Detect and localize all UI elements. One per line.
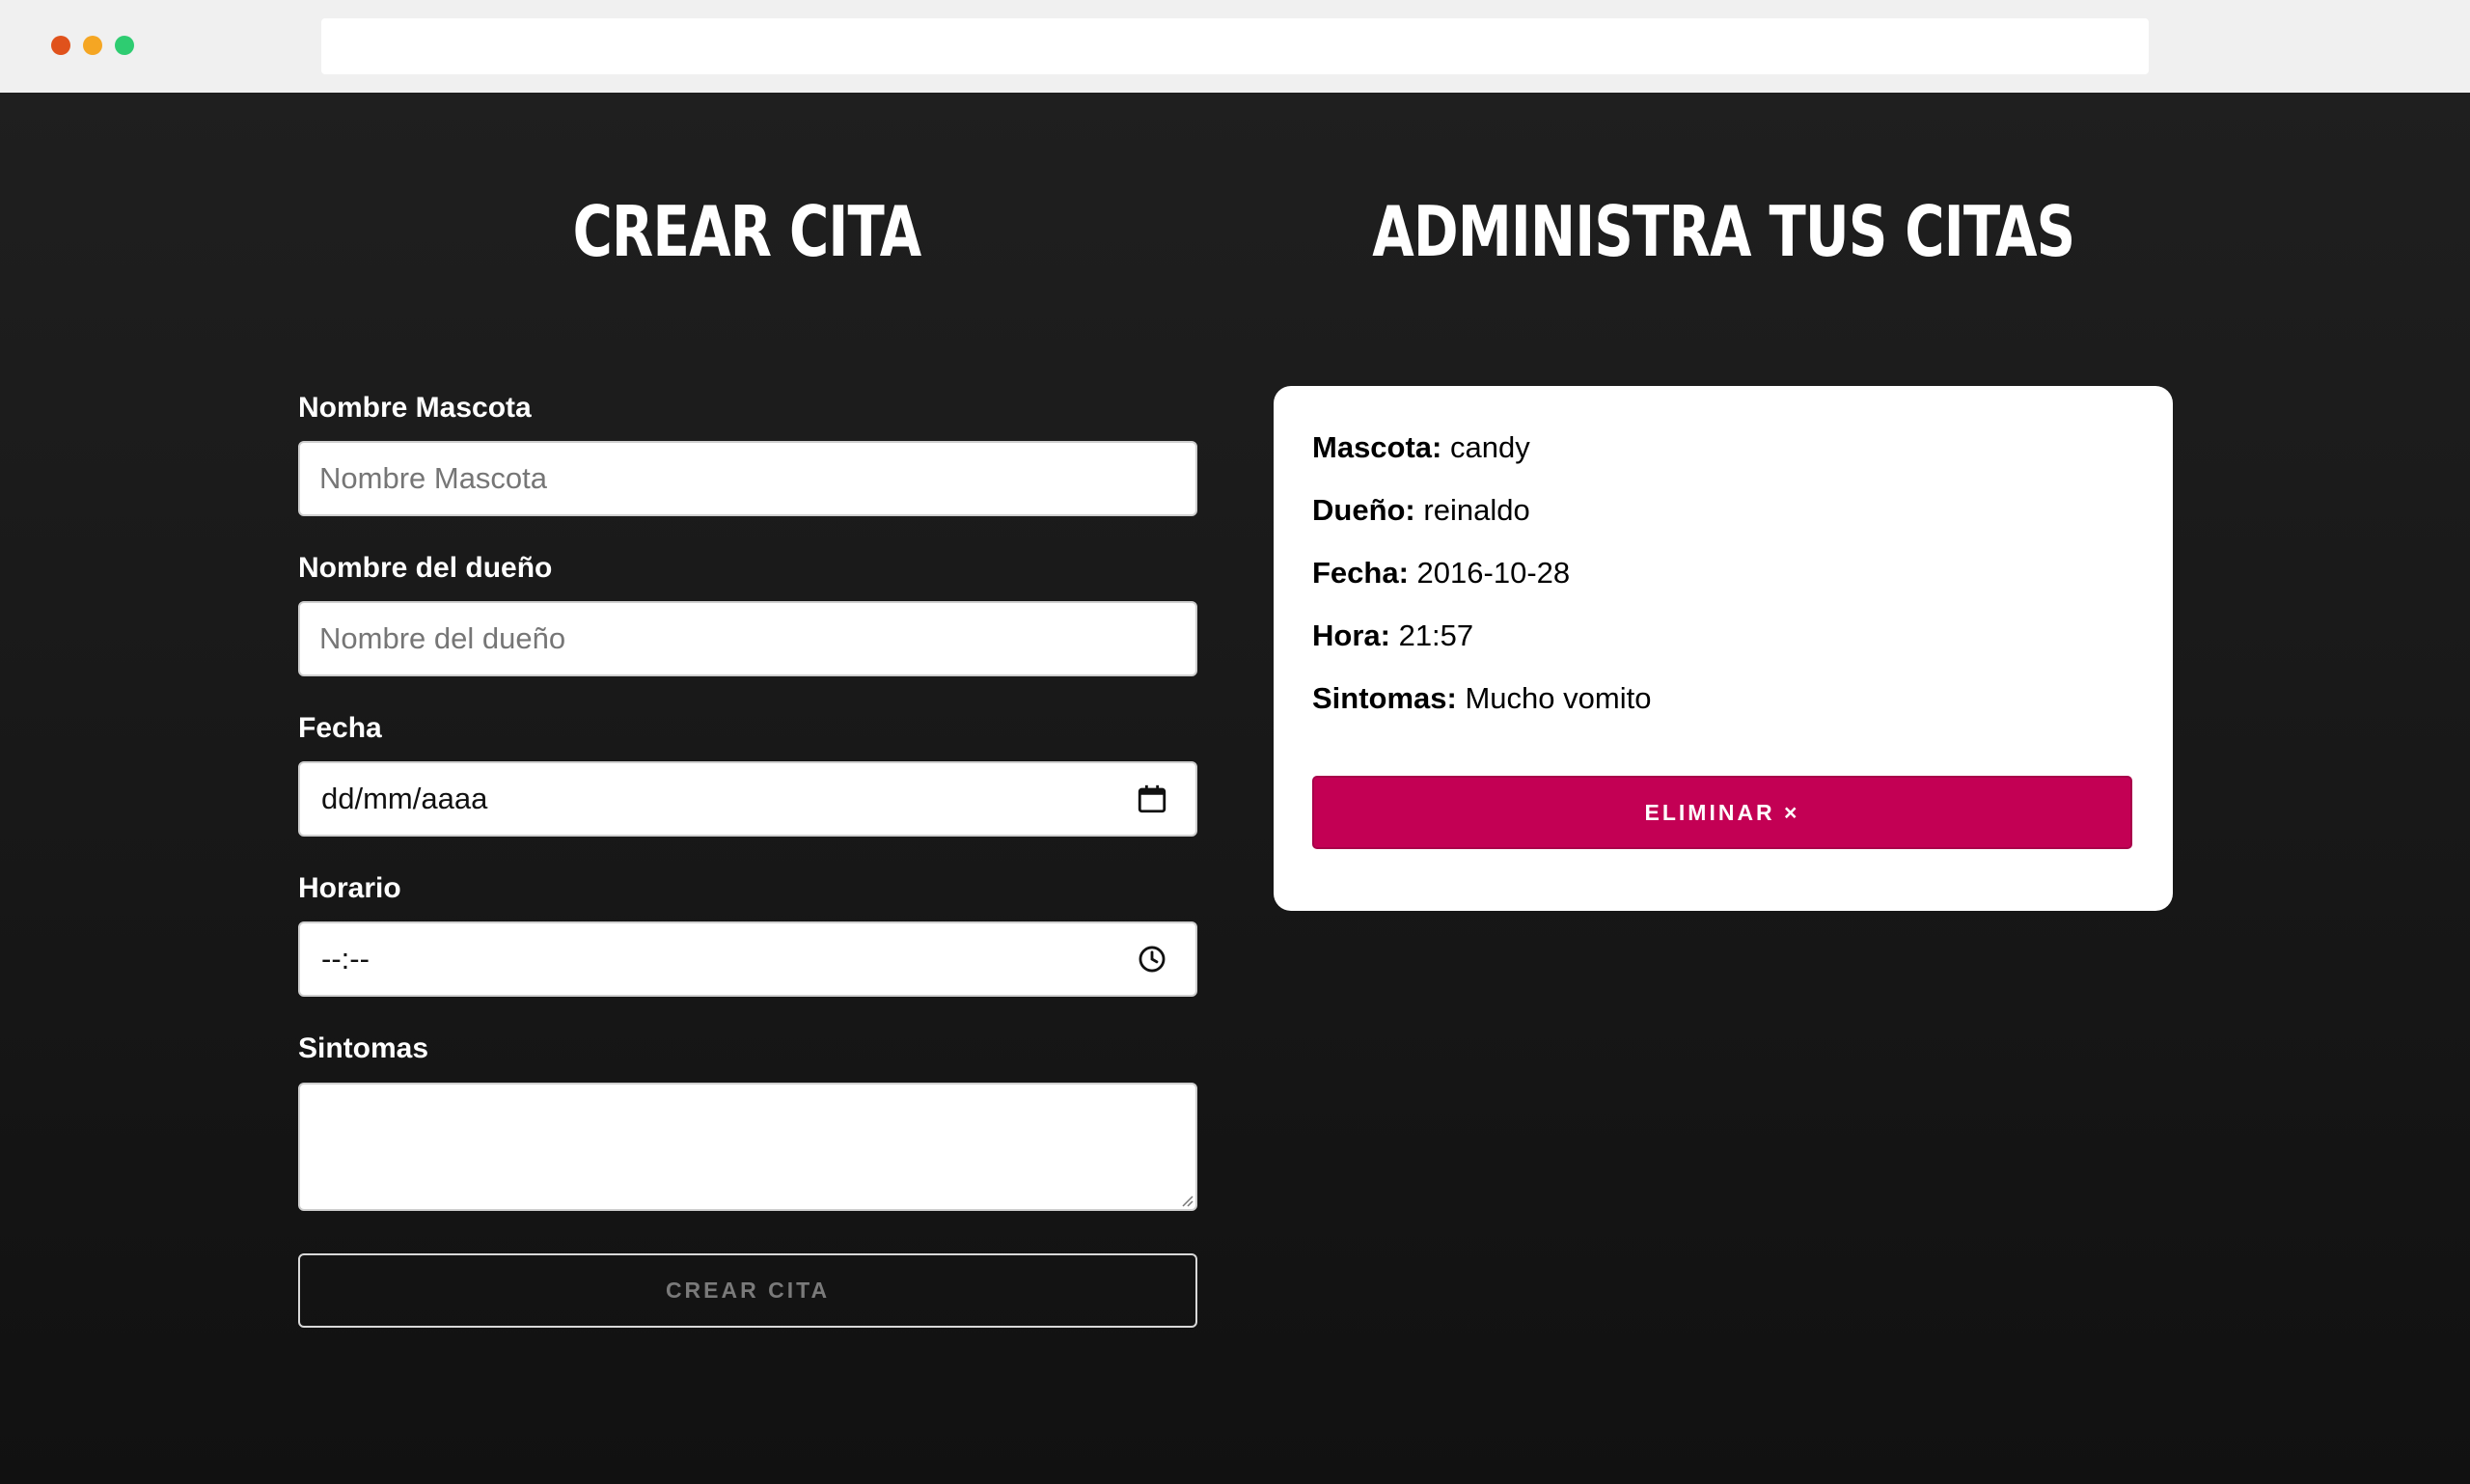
fecha-key: Fecha: — [1312, 556, 1409, 590]
fecha-placeholder: dd/mm/aaaa — [321, 782, 488, 815]
dueno-value: reinaldo — [1423, 493, 1530, 527]
mascota-field-box — [298, 441, 1197, 516]
calendar-icon[interactable] — [1136, 783, 1168, 815]
eliminar-button[interactable]: Eliminar × — [1312, 776, 2132, 849]
fecha-label: Fecha — [298, 712, 382, 744]
appointment-mascota: Mascota: candy — [1312, 428, 1530, 467]
browser-chrome — [0, 0, 2470, 93]
window-close-button[interactable] — [51, 36, 70, 55]
sintomas-value: Mucho vomito — [1465, 681, 1652, 715]
dueno-input[interactable] — [300, 603, 1195, 674]
dueno-key: Dueño: — [1312, 493, 1415, 527]
mascota-value: candy — [1450, 430, 1530, 464]
sintomas-label: Sintomas — [298, 1032, 429, 1064]
crear-cita-button[interactable]: Crear Cita — [298, 1253, 1197, 1328]
window-minimize-button[interactable] — [83, 36, 102, 55]
mascota-input[interactable] — [300, 443, 1195, 514]
sintomas-key: Sintomas: — [1312, 681, 1457, 715]
resize-handle-icon[interactable] — [1178, 1192, 1194, 1207]
appointment-hora: Hora: 21:57 — [1312, 617, 1473, 655]
horario-placeholder: --:-- — [321, 942, 370, 976]
form-title: Crear Cita — [572, 191, 922, 272]
appointment-card: Mascota: candy Dueño: reinaldo Fecha: 20… — [1274, 386, 2173, 911]
dueno-label: Nombre del dueño — [298, 552, 553, 584]
sintomas-textarea[interactable] — [300, 1085, 1195, 1209]
window-maximize-button[interactable] — [115, 36, 134, 55]
fecha-value: 2016-10-28 — [1416, 556, 1571, 590]
clock-icon[interactable] — [1136, 943, 1168, 976]
hora-key: Hora: — [1312, 618, 1390, 652]
sintomas-field-box — [298, 1083, 1197, 1211]
horario-label: Horario — [298, 872, 401, 904]
appointments-title: Administra tus citas — [1372, 191, 2075, 272]
appointment-dueno: Dueño: reinaldo — [1312, 491, 1530, 530]
fecha-input[interactable]: dd/mm/aaaa — [298, 761, 1197, 837]
appointment-fecha: Fecha: 2016-10-28 — [1312, 554, 1570, 592]
appointment-sintomas: Sintomas: Mucho vomito — [1312, 679, 1651, 718]
address-bar[interactable] — [321, 18, 2149, 74]
mascota-label: Nombre Mascota — [298, 392, 532, 424]
dueno-field-box — [298, 601, 1197, 676]
mascota-key: Mascota: — [1312, 430, 1442, 464]
hora-value: 21:57 — [1398, 618, 1474, 652]
horario-input[interactable]: --:-- — [298, 921, 1197, 997]
